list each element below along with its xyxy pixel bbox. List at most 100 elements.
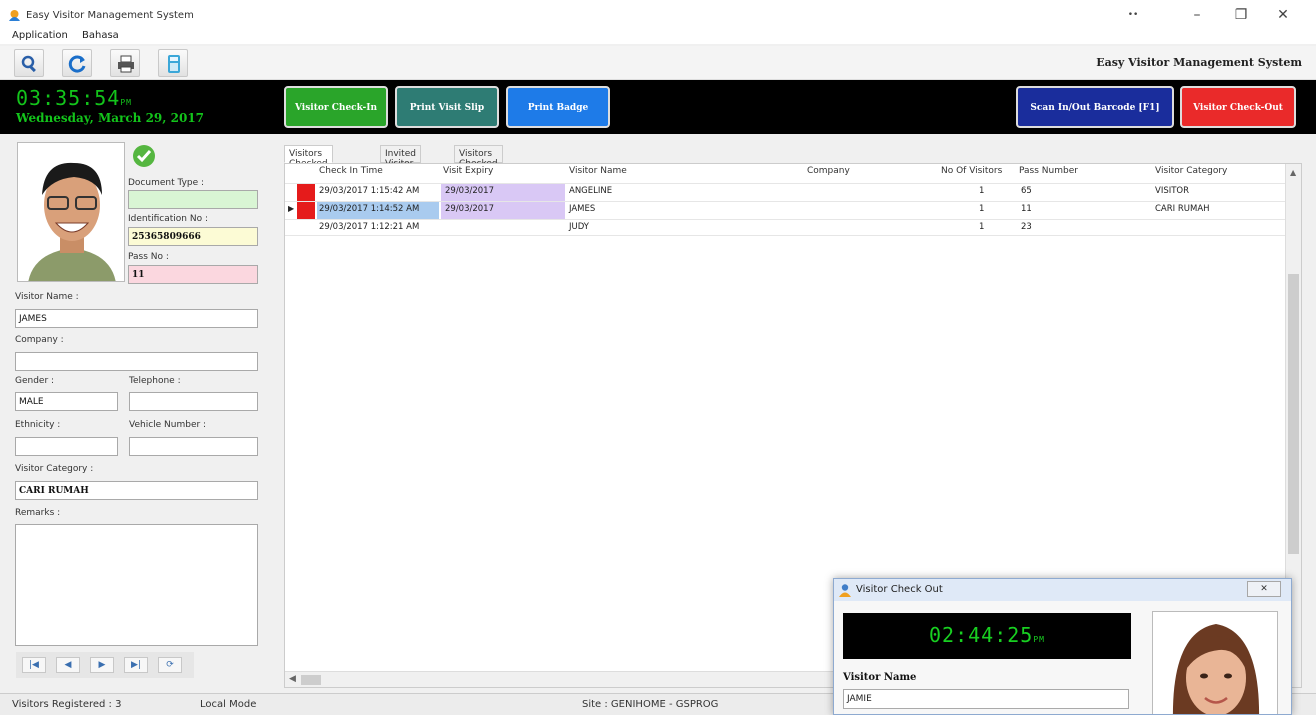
cell-visitor-category: VISITOR: [1155, 186, 1190, 196]
ethnicity-label: Ethnicity :: [15, 420, 61, 430]
column-header-pass-number[interactable]: Pass Number: [1019, 166, 1078, 176]
tab-visitors-checked-in[interactable]: Visitors Checked In: [284, 145, 333, 179]
cell-no-of-visitors: 1: [979, 204, 985, 214]
close-button[interactable]: ✕: [1268, 4, 1298, 26]
window-title: Easy Visitor Management System: [26, 10, 194, 21]
cell-visitor-name: ANGELINE: [569, 186, 613, 196]
scan-barcode-button[interactable]: Scan In/Out Barcode [F1]: [1016, 86, 1174, 128]
window-extra-button[interactable]: ••: [1118, 4, 1148, 26]
visitor-checkin-button[interactable]: Visitor Check-In: [284, 86, 388, 128]
action-header: 03:35:54PM Wednesday, March 29, 2017 Vis…: [0, 80, 1316, 134]
column-header-company[interactable]: Company: [807, 166, 850, 176]
dialog-visitor-name-field[interactable]: JAMIE: [843, 689, 1129, 709]
refresh-record-button[interactable]: ⟳: [158, 657, 182, 673]
tab-invited-visitor[interactable]: Invited Visitor: [380, 145, 421, 169]
dialog-digital-clock: 02:44:25PM: [929, 623, 1045, 647]
document-type-label: Document Type :: [128, 178, 205, 188]
column-header-visitor-category[interactable]: Visitor Category: [1155, 166, 1227, 176]
visitor-category-label: Visitor Category :: [15, 464, 94, 474]
company-field[interactable]: [15, 352, 258, 371]
column-header-no-of-visitors[interactable]: No Of Visitors: [941, 166, 1002, 176]
table-row-selected[interactable]: ▶ 29/03/2017 1:14:52 AM 29/03/2017 JAMES…: [285, 201, 1285, 219]
dialog-clock-panel: 02:44:25PM: [843, 613, 1131, 659]
refresh-button[interactable]: [62, 49, 92, 77]
telephone-field[interactable]: [129, 392, 258, 411]
app-window: Easy Visitor Management System •• – ❐ ✕ …: [0, 0, 1316, 715]
print-icon: [118, 55, 134, 73]
cell-no-of-visitors: 1: [979, 222, 985, 232]
cell-pass-number: 11: [1021, 204, 1032, 214]
minimize-button[interactable]: –: [1182, 4, 1212, 26]
cell-check-in-time: 29/03/2017 1:14:52 AM: [319, 204, 420, 214]
horizontal-scrollbar-thumb[interactable]: [301, 675, 321, 685]
scroll-left-icon[interactable]: ◀: [289, 674, 296, 684]
cell-no-of-visitors: 1: [979, 186, 985, 196]
identification-no-field[interactable]: 25365809666: [128, 227, 258, 246]
cell-visit-expiry: 29/03/2017: [445, 186, 494, 196]
table-row[interactable]: 29/03/2017 1:15:42 AM 29/03/2017 ANGELIN…: [285, 183, 1285, 201]
calculator-button[interactable]: [158, 49, 188, 77]
column-header-visitor-name[interactable]: Visitor Name: [569, 166, 627, 176]
site-status: Site : GENIHOME - GSPROG: [582, 699, 719, 710]
print-visit-slip-button[interactable]: Print Visit Slip: [395, 86, 499, 128]
menu-bahasa[interactable]: Bahasa: [82, 30, 119, 41]
first-record-button[interactable]: |◀: [22, 657, 46, 673]
print-button[interactable]: [110, 49, 140, 77]
calculator-icon: [168, 55, 180, 73]
dialog-title-bar: Visitor Check Out ✕: [834, 579, 1291, 601]
search-button[interactable]: [14, 49, 44, 77]
app-logo-icon: [9, 10, 20, 21]
restore-button[interactable]: ❐: [1226, 4, 1256, 26]
search-icon: [21, 55, 36, 73]
menu-bar: Application Bahasa: [0, 28, 1316, 44]
visitor-checkout-button[interactable]: Visitor Check-Out: [1180, 86, 1296, 128]
tab-visitors-checked-out[interactable]: Visitors Checked Out: [454, 145, 503, 179]
record-navigator: |◀ ◀ ▶ ▶| ⟳: [16, 652, 194, 678]
menu-application[interactable]: Application: [12, 30, 68, 41]
mode-status: Local Mode: [200, 699, 257, 710]
pass-no-field[interactable]: 11: [128, 265, 258, 284]
dialog-visitor-photo: [1152, 611, 1278, 714]
scrollbar-thumb[interactable]: [1288, 274, 1299, 554]
vehicle-number-field[interactable]: [129, 437, 258, 456]
cell-visit-expiry: 29/03/2017: [445, 204, 494, 214]
visitors-registered-status: Visitors Registered : 3: [12, 699, 122, 710]
visitor-name-field[interactable]: JAMES: [15, 309, 258, 328]
visitor-details-panel: Document Type : Identification No : 2536…: [8, 138, 272, 688]
dialog-title: Visitor Check Out: [856, 584, 943, 595]
pass-no-label: Pass No :: [128, 252, 169, 262]
remarks-label: Remarks :: [15, 508, 61, 518]
row-status-marker: [297, 202, 315, 219]
cell-pass-number: 65: [1021, 186, 1032, 196]
gender-field[interactable]: MALE: [15, 392, 118, 411]
last-record-button[interactable]: ▶|: [124, 657, 148, 673]
title-bar: Easy Visitor Management System •• – ❐ ✕: [0, 0, 1316, 28]
cell-check-in-time: 29/03/2017 1:12:21 AM: [319, 222, 420, 232]
dialog-portrait-image: [1153, 612, 1277, 714]
cell-visitor-name: JUDY: [569, 222, 590, 232]
verified-check-icon: [133, 145, 155, 167]
gender-label: Gender :: [15, 376, 55, 386]
cell-pass-number: 23: [1021, 222, 1032, 232]
print-badge-button[interactable]: Print Badge: [506, 86, 610, 128]
user-icon: [839, 584, 851, 597]
cell-check-in-time: 29/03/2017 1:15:42 AM: [319, 186, 420, 196]
remarks-field[interactable]: [15, 524, 258, 646]
previous-record-button[interactable]: ◀: [56, 657, 80, 673]
current-date: Wednesday, March 29, 2017: [16, 111, 205, 125]
column-header-check-in-time[interactable]: Check In Time: [319, 166, 383, 176]
table-row[interactable]: 29/03/2017 1:12:21 AM JUDY 1 23: [285, 219, 1285, 236]
visitor-portrait-image: [18, 143, 124, 281]
next-record-button[interactable]: ▶: [90, 657, 114, 673]
visitor-checkout-dialog: Visitor Check Out ✕ 02:44:25PM Visitor N…: [833, 578, 1292, 715]
identification-no-label: Identification No :: [128, 214, 209, 224]
vehicle-number-label: Vehicle Number :: [129, 420, 207, 430]
dialog-visitor-name-label: Visitor Name: [843, 672, 917, 683]
column-header-visit-expiry[interactable]: Visit Expiry: [443, 166, 493, 176]
row-status-marker: [297, 184, 315, 201]
scroll-up-icon[interactable]: ▲: [1290, 168, 1296, 177]
ethnicity-field[interactable]: [15, 437, 118, 456]
visitor-category-field[interactable]: CARI RUMAH: [15, 481, 258, 500]
document-type-field[interactable]: [128, 190, 258, 209]
dialog-close-button[interactable]: ✕: [1247, 581, 1281, 597]
